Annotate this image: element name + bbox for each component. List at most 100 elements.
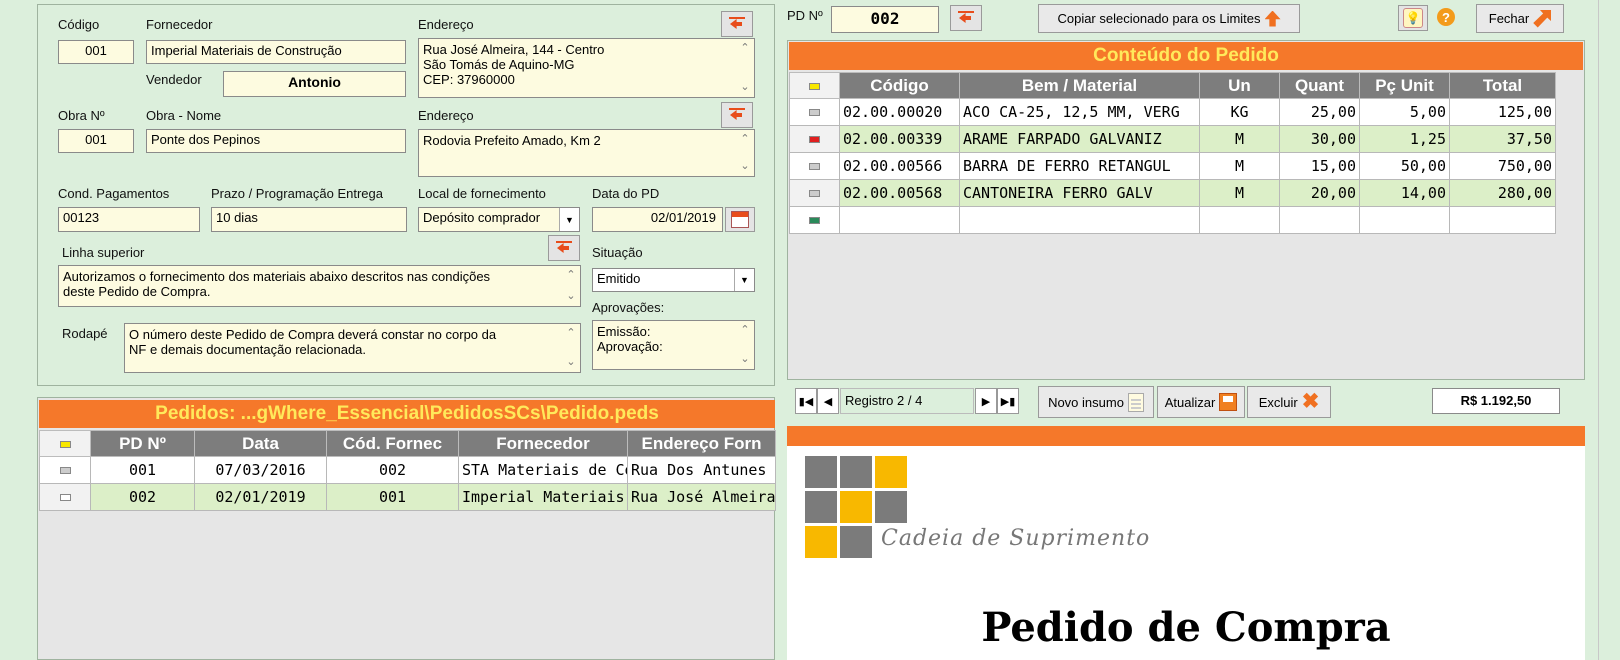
unit-cell: M xyxy=(1199,152,1280,180)
empty-cell[interactable] xyxy=(1199,206,1280,234)
table-row[interactable]: 02.00.00566 BARRA DE FERRO RETANGUL M 15… xyxy=(789,152,1556,180)
local-label: Local de fornecimento xyxy=(418,186,546,201)
row-indicator[interactable] xyxy=(39,456,91,484)
col-header[interactable]: Fornecedor xyxy=(458,430,628,457)
col-header[interactable]: Bem / Material xyxy=(959,72,1200,99)
memo-scrollbar[interactable]: ⌃ ⌄ xyxy=(736,39,754,97)
next-record-button[interactable]: ▶ xyxy=(975,388,997,414)
calendar-icon xyxy=(731,211,749,228)
new-row[interactable] xyxy=(789,206,1556,234)
prev-record-button[interactable]: ◀ xyxy=(817,388,839,414)
empty-cell[interactable] xyxy=(1279,206,1360,234)
fornecedor-field[interactable]: Imperial Materiais de Construção xyxy=(146,40,406,64)
unit-cell: M xyxy=(1199,125,1280,153)
calendar-button[interactable] xyxy=(725,207,755,232)
table-row[interactable]: 002 02/01/2019 001 Imperial Materiais Ru… xyxy=(39,483,776,511)
new-document-icon xyxy=(1127,392,1144,412)
fornecedor-label: Fornecedor xyxy=(146,17,213,32)
col-header[interactable]: Código xyxy=(839,72,960,99)
table-row[interactable]: 02.00.00568 CANTONEIRA FERRO GALV M 20,0… xyxy=(789,179,1556,207)
local-select[interactable]: Depósito comprador ▼ xyxy=(418,207,580,232)
price-cell: 1,25 xyxy=(1359,125,1450,153)
row-indicator[interactable] xyxy=(39,483,91,511)
copy-to-limits-label: Copiar selecionado para os Limites xyxy=(1057,11,1261,26)
memo-scrollbar[interactable]: ⌃ ⌄ xyxy=(562,324,580,372)
exit-arrow-icon xyxy=(1533,9,1552,28)
refresh-button[interactable]: Atualizar xyxy=(1157,386,1245,418)
col-header[interactable]: Endereço Forn xyxy=(627,430,776,457)
close-button[interactable]: Fechar xyxy=(1476,4,1564,33)
obra-num-field[interactable]: 001 xyxy=(58,129,134,153)
col-header[interactable]: Cód. Fornec xyxy=(326,430,459,457)
last-record-button[interactable]: ▶▮ xyxy=(997,388,1019,414)
vendedor-field[interactable]: Antonio xyxy=(223,71,406,97)
local-value: Depósito comprador xyxy=(423,210,541,225)
empty-cell[interactable] xyxy=(1449,206,1556,234)
table-row[interactable]: 02.00.00020 ACO CA-25, 12,5 MM, VERG KG … xyxy=(789,98,1556,126)
row-indicator-header xyxy=(39,430,91,457)
row-indicator[interactable] xyxy=(789,152,840,180)
copy-to-limits-button[interactable]: Copiar selecionado para os Limites xyxy=(1038,4,1300,33)
chevron-up-icon: ⌃ xyxy=(740,324,750,336)
pd-number-field[interactable]: 002 xyxy=(831,6,939,33)
table-row[interactable]: 02.00.00339 ARAME FARPADO GALVANIZ M 30,… xyxy=(789,125,1556,153)
pick-order-button[interactable] xyxy=(950,5,982,31)
obra-endereco-memo[interactable]: Rodovia Prefeito Amado, Km 2 ⌃ ⌄ xyxy=(418,129,755,177)
pick-supplier-button[interactable] xyxy=(721,11,753,37)
memo-scrollbar[interactable]: ⌃ ⌄ xyxy=(736,321,754,369)
new-item-button[interactable]: Novo insumo xyxy=(1038,386,1154,418)
memo-scrollbar[interactable]: ⌃ ⌄ xyxy=(736,130,754,176)
date-cell: 07/03/2016 xyxy=(194,456,327,484)
pd-cell: 001 xyxy=(90,456,195,484)
cond-pag-label: Cond. Pagamentos xyxy=(58,186,170,201)
chevron-down-icon: ⌄ xyxy=(566,290,576,302)
rodape-memo[interactable]: O número deste Pedido de Compra deverá c… xyxy=(124,323,581,373)
row-indicator[interactable] xyxy=(789,179,840,207)
obra-nome-field[interactable]: Ponte dos Pepinos xyxy=(146,129,406,153)
indicator-icon xyxy=(59,467,71,474)
codigo-field[interactable]: 001 xyxy=(58,40,134,64)
col-header[interactable]: Data xyxy=(194,430,327,457)
row-indicator-header xyxy=(789,72,840,99)
dropdown-arrow-icon[interactable]: ▼ xyxy=(559,208,579,231)
delete-button[interactable]: Excluir ✖ xyxy=(1247,386,1331,418)
tips-button[interactable]: 💡 xyxy=(1398,5,1428,31)
prazo-label: Prazo / Programação Entrega xyxy=(211,186,383,201)
empty-cell[interactable] xyxy=(959,206,1200,234)
help-button[interactable]: ? xyxy=(1437,8,1455,27)
col-header[interactable]: Un xyxy=(1199,72,1280,99)
row-indicator[interactable] xyxy=(789,206,840,234)
row-indicator[interactable] xyxy=(789,125,840,153)
indicator-icon xyxy=(809,82,820,90)
table-row[interactable]: 001 07/03/2016 002 STA Materiais de Cons… xyxy=(39,456,776,484)
prazo-field[interactable]: 10 dias xyxy=(211,207,407,232)
preview-top-band xyxy=(787,426,1585,446)
col-header[interactable]: Quant xyxy=(1279,72,1360,99)
pick-site-button[interactable] xyxy=(721,102,753,128)
memo-scrollbar[interactable]: ⌃ ⌄ xyxy=(562,266,580,306)
code-cell: 02.00.00566 xyxy=(839,152,960,180)
preview-panel: Cadeia de Suprimento Pedido de Compra xyxy=(787,426,1585,660)
col-header[interactable]: Pç Unit xyxy=(1359,72,1450,99)
pick-header-text-button[interactable] xyxy=(548,235,580,261)
unit-cell: KG xyxy=(1199,98,1280,126)
col-header[interactable]: Total xyxy=(1449,72,1556,99)
endereco-memo[interactable]: Rua José Almeira, 144 - Centro São Tomás… xyxy=(418,38,755,98)
aprovacoes-memo[interactable]: Emissão: Aprovação: ⌃ ⌄ xyxy=(592,320,755,370)
linha-superior-memo[interactable]: Autorizamos o fornecimento dos materiais… xyxy=(58,265,581,307)
endereco-text: Rua José Almeira, 144 - Centro São Tomás… xyxy=(423,42,605,87)
situacao-select[interactable]: Emitido ▼ xyxy=(592,268,755,292)
import-arrow-icon xyxy=(728,107,746,123)
empty-cell[interactable] xyxy=(839,206,960,234)
endereco-label: Endereço xyxy=(418,17,474,32)
col-header[interactable]: PD Nº xyxy=(90,430,195,457)
data-pd-field[interactable]: 02/01/2019 xyxy=(592,207,723,232)
cond-pag-field[interactable]: 00123 xyxy=(58,207,200,232)
dropdown-arrow-icon[interactable]: ▼ xyxy=(734,269,754,291)
empty-cell[interactable] xyxy=(1359,206,1450,234)
price-cell: 5,00 xyxy=(1359,98,1450,126)
first-record-button[interactable]: ▮◀ xyxy=(795,388,817,414)
delete-label: Excluir xyxy=(1258,394,1298,410)
chevron-up-icon: ⌃ xyxy=(740,133,750,145)
row-indicator[interactable] xyxy=(789,98,840,126)
